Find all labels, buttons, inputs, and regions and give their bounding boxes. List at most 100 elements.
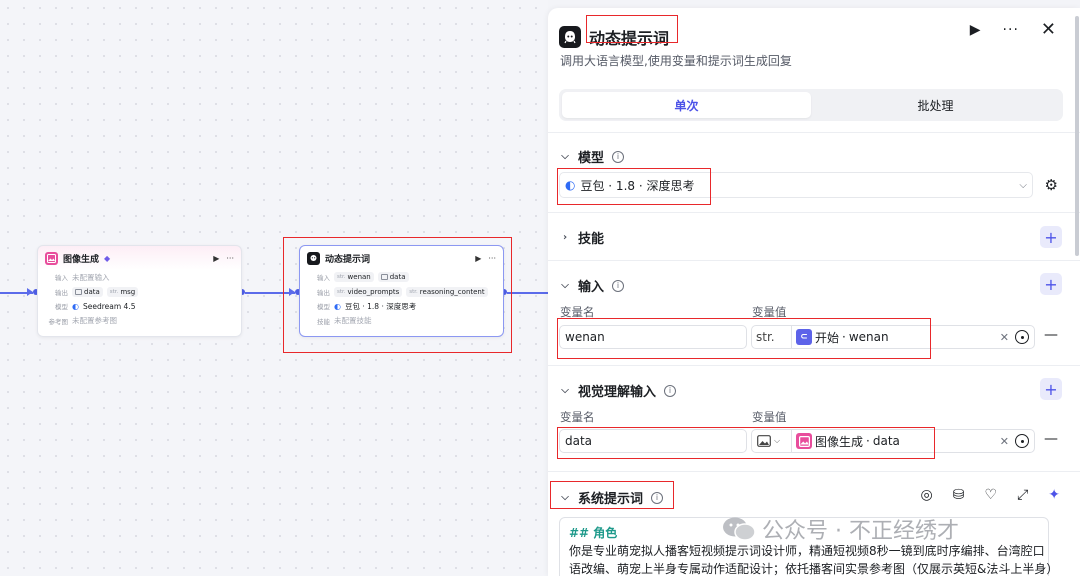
- type-selector[interactable]: ⌵: [752, 430, 792, 452]
- node-row-input: 输入 未配置输入: [55, 272, 110, 283]
- tab-single[interactable]: 单次: [562, 92, 811, 118]
- output-chip: str. reasoning_content: [406, 286, 488, 297]
- node-row-model: 模型 ◐ 豆包 · 1.8 · 深度思考: [317, 301, 417, 312]
- node-header: 动态提示词 ▶ ···: [300, 246, 503, 270]
- panel-title[interactable]: 动态提示词: [589, 25, 669, 49]
- chevron-down-icon: ⌵: [1019, 179, 1027, 191]
- run-mode-tabs: 单次 批处理: [559, 89, 1063, 121]
- output-chip: data: [72, 286, 103, 297]
- wechat-logo-icon: [722, 516, 756, 542]
- info-icon[interactable]: i: [612, 150, 625, 163]
- run-icon[interactable]: ▶: [475, 254, 481, 263]
- panel-scrollbar[interactable]: [1075, 16, 1079, 256]
- node-row-model: 模型 ◐ Seedream 4.5: [55, 301, 136, 312]
- remove-variable-button[interactable]: —: [1044, 431, 1058, 447]
- model-select[interactable]: ◐ 豆包 · 1.8 · 深度思考 ⌵: [559, 172, 1033, 198]
- doubao-logo-icon: ◐: [565, 178, 576, 192]
- node-title: 图像生成: [63, 254, 100, 265]
- more-icon[interactable]: ···: [1003, 22, 1019, 38]
- expand-icon[interactable]: ⤢: [1017, 487, 1028, 503]
- remove-variable-button[interactable]: —: [1044, 327, 1058, 343]
- input-chip: data: [377, 272, 409, 283]
- add-vision-input-button[interactable]: +: [1040, 378, 1062, 400]
- target-icon[interactable]: [1015, 434, 1029, 448]
- node-row-input: 输入 str. wenan data: [300, 270, 503, 285]
- lightbulb-icon[interactable]: ♡: [985, 487, 998, 503]
- image-type-icon: [380, 274, 388, 281]
- start-node-icon: ⊂: [796, 329, 812, 345]
- diamond-icon: ◆: [104, 253, 111, 263]
- output-chip: str. video_prompts: [334, 286, 403, 297]
- target-icon[interactable]: [1015, 330, 1029, 344]
- panel-header-actions: ▶ ··· ✕: [970, 19, 1056, 40]
- doubao-logo-icon: ◐: [334, 301, 341, 311]
- run-icon[interactable]: ▶: [970, 22, 981, 38]
- section-header[interactable]: ⌵ 模型 i: [560, 147, 625, 166]
- input-chip: str. wenan: [334, 272, 374, 283]
- node-image-generation[interactable]: 图像生成 ◆ ▶ ··· 输入 未配置输入 输出 data str. msg 模型…: [37, 245, 242, 337]
- add-skill-button[interactable]: +: [1040, 226, 1062, 248]
- section-header[interactable]: ⌵ 输入 i: [560, 276, 625, 295]
- info-icon[interactable]: i: [664, 384, 677, 397]
- section-header[interactable]: ⌵ 系统提示词 i: [560, 488, 664, 507]
- chevron-down-icon: ⌵: [561, 385, 569, 396]
- variable-reference: 图像生成 · data: [796, 433, 900, 450]
- section-header[interactable]: ⌵ 视觉理解输入 i: [560, 381, 677, 400]
- variable-name-input[interactable]: wenan: [559, 325, 747, 349]
- variable-value-ref[interactable]: ⌵ 图像生成 · data ✕: [751, 429, 1035, 453]
- model-logo-icon: ◐: [72, 301, 79, 311]
- column-label-name: 变量名: [560, 410, 595, 424]
- clear-icon[interactable]: ✕: [1000, 435, 1009, 448]
- info-icon[interactable]: i: [651, 491, 664, 504]
- type-selector[interactable]: str.: [752, 326, 792, 348]
- variable-value-ref[interactable]: str. ⊂ 开始 · wenan ✕: [751, 325, 1035, 349]
- prompt-toolbar: ◎ ⛁ ♡ ⤢ ✦: [921, 487, 1060, 503]
- column-label-value: 变量值: [752, 305, 787, 319]
- image-icon: [45, 251, 58, 265]
- panel-description: 调用大语言模型,使用变量和提示词生成回复: [560, 54, 792, 68]
- watermark: 公众号 · 不正经绣才: [722, 513, 959, 545]
- node-dynamic-prompt[interactable]: 动态提示词 ▶ ··· 输入 str. wenan data 输出 str. vid…: [299, 245, 504, 337]
- add-input-button[interactable]: +: [1040, 273, 1062, 295]
- column-label-value: 变量值: [752, 410, 787, 424]
- settings-icon[interactable]: ⚙: [1045, 176, 1058, 194]
- chevron-down-icon: ⌵: [561, 492, 569, 503]
- model-section: ⌵ 模型 i ◐ 豆包 · 1.8 · 深度思考 ⌵ ⚙: [548, 132, 1080, 212]
- chevron-down-icon: ⌵: [561, 280, 569, 291]
- close-icon[interactable]: ✕: [1041, 19, 1056, 40]
- chevron-right-icon: ›: [562, 232, 568, 243]
- node-row-output: 输出 str. video_prompts str. reasoning_conte…: [300, 285, 503, 300]
- library-icon[interactable]: ⛁: [953, 487, 965, 503]
- skills-section: › 技能 +: [548, 212, 1080, 260]
- more-icon[interactable]: ···: [488, 254, 496, 263]
- output-chip: str. msg: [106, 286, 139, 297]
- ai-sparkle-icon[interactable]: ✦: [1048, 487, 1060, 503]
- image-icon: [796, 433, 812, 449]
- more-icon[interactable]: ···: [226, 254, 234, 263]
- run-icon[interactable]: ▶: [213, 254, 219, 263]
- tab-batch[interactable]: 批处理: [811, 92, 1060, 118]
- image-type-icon: [757, 435, 771, 447]
- chevron-down-icon: ⌵: [561, 151, 569, 162]
- compass-icon[interactable]: ◎: [921, 487, 933, 503]
- node-title: 动态提示词: [325, 254, 371, 265]
- column-label-name: 变量名: [560, 305, 595, 319]
- node-row-reference: 参考图 未配置参考图: [48, 316, 118, 326]
- edge-outgoing: [507, 292, 548, 294]
- vision-input-section: ⌵ 视觉理解输入 i + 变量名 变量值 data ⌵ 图像生成 · data …: [548, 365, 1080, 471]
- prompt-line: 语改编、萌宠上半身专属动作适配设计；依托播客间实景参考图（仅展示英短&法斗上半身…: [569, 562, 1059, 576]
- image-type-icon: [75, 288, 82, 295]
- info-icon[interactable]: i: [612, 279, 625, 292]
- clear-icon[interactable]: ✕: [1000, 331, 1009, 344]
- node-config-panel: 动态提示词 ▶ ··· ✕ 调用大语言模型,使用变量和提示词生成回复 单次 批处…: [548, 8, 1080, 576]
- edge-image-to-prompt: [245, 292, 295, 294]
- variable-name-input[interactable]: data: [559, 429, 747, 453]
- node-row-skills: 技能 未配置技能: [317, 316, 372, 326]
- section-header[interactable]: › 技能: [560, 228, 604, 247]
- workflow-canvas[interactable]: 图像生成 ◆ ▶ ··· 输入 未配置输入 输出 data str. msg 模型…: [0, 0, 548, 576]
- llm-icon: [307, 251, 320, 265]
- input-section: ⌵ 输入 i + 变量名 变量值 wenan str. ⊂ 开始 · wenan…: [548, 260, 1080, 365]
- node-header: 图像生成 ◆ ▶ ···: [38, 246, 241, 270]
- llm-icon: [559, 26, 581, 48]
- node-row-output: 输出 data str. msg: [38, 285, 241, 300]
